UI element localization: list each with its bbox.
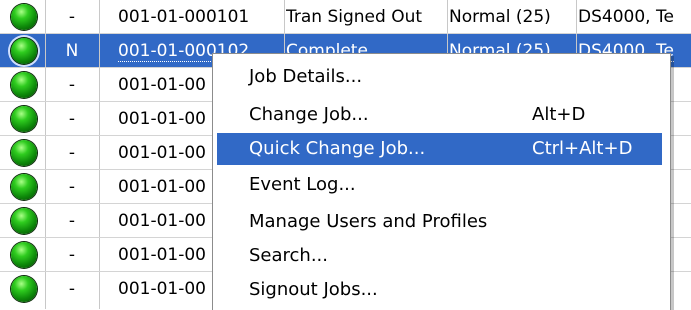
menu-item-signout-jobs[interactable]: Signout Jobs... [217,274,662,306]
green-ball-icon [11,174,37,200]
green-ball-icon [11,140,37,166]
column-divider [45,0,46,309]
status-cell [2,136,44,170]
menu-item-shortcut: Ctrl+Alt+D [532,138,633,159]
priority-cell: Normal (25) [449,7,551,27]
menu-item-label: Search... [249,245,329,266]
status-cell [2,272,44,306]
green-ball-icon [11,276,37,302]
flag-cell: N [65,41,79,61]
flag-cell: - [68,143,76,163]
menu-item-label: Quick Change Job... [249,138,426,159]
job-number-cell: 001-01-000101 [118,7,250,27]
status-cell [2,204,44,238]
status-cell [2,34,44,68]
flag-cell: - [68,7,76,27]
device-cell: DS4000, Te [578,7,674,27]
menu-item-shortcut: Alt+D [532,104,586,125]
job-status-cell: Tran Signed Out [286,7,423,27]
status-cell [2,238,44,272]
menu-item-label: Job Details... [249,66,363,87]
menu-item-label: Signout Jobs... [249,279,378,300]
menu-item-label: Change Job... [249,104,369,125]
flag-cell: - [68,245,76,265]
menu-item-label: Manage Users and Profiles [249,211,488,232]
flag-cell: - [68,279,76,299]
green-ball-icon [11,208,37,234]
table-row[interactable]: - 001-01-000101 Tran Signed Out Normal (… [0,0,691,34]
column-divider [99,0,100,309]
menu-item-manage-users[interactable]: Manage Users and Profiles [217,206,662,238]
green-ball-icon [11,106,37,132]
status-cell [2,68,44,102]
status-cell [2,0,44,34]
flag-cell: - [68,109,76,129]
row-divider [0,33,691,34]
menu-item-search[interactable]: Search... [217,240,662,272]
menu-item-event-log[interactable]: Event Log... [217,169,662,201]
menu-item-quick-change-job[interactable]: Quick Change Job... Ctrl+Alt+D [217,133,662,165]
flag-cell: - [68,75,76,95]
menu-item-job-details[interactable]: Job Details... [217,61,662,93]
green-ball-icon [11,242,37,268]
status-cell [2,102,44,136]
green-ball-icon [11,38,37,64]
menu-item-label: Event Log... [249,174,356,195]
flag-cell: - [68,211,76,231]
green-ball-icon [11,4,37,30]
menu-item-change-job[interactable]: Change Job... Alt+D [217,99,662,131]
green-ball-icon [11,72,37,98]
flag-cell: - [68,177,76,197]
context-menu: Job Details... Change Job... Alt+D Quick… [212,53,671,310]
status-cell [2,170,44,204]
